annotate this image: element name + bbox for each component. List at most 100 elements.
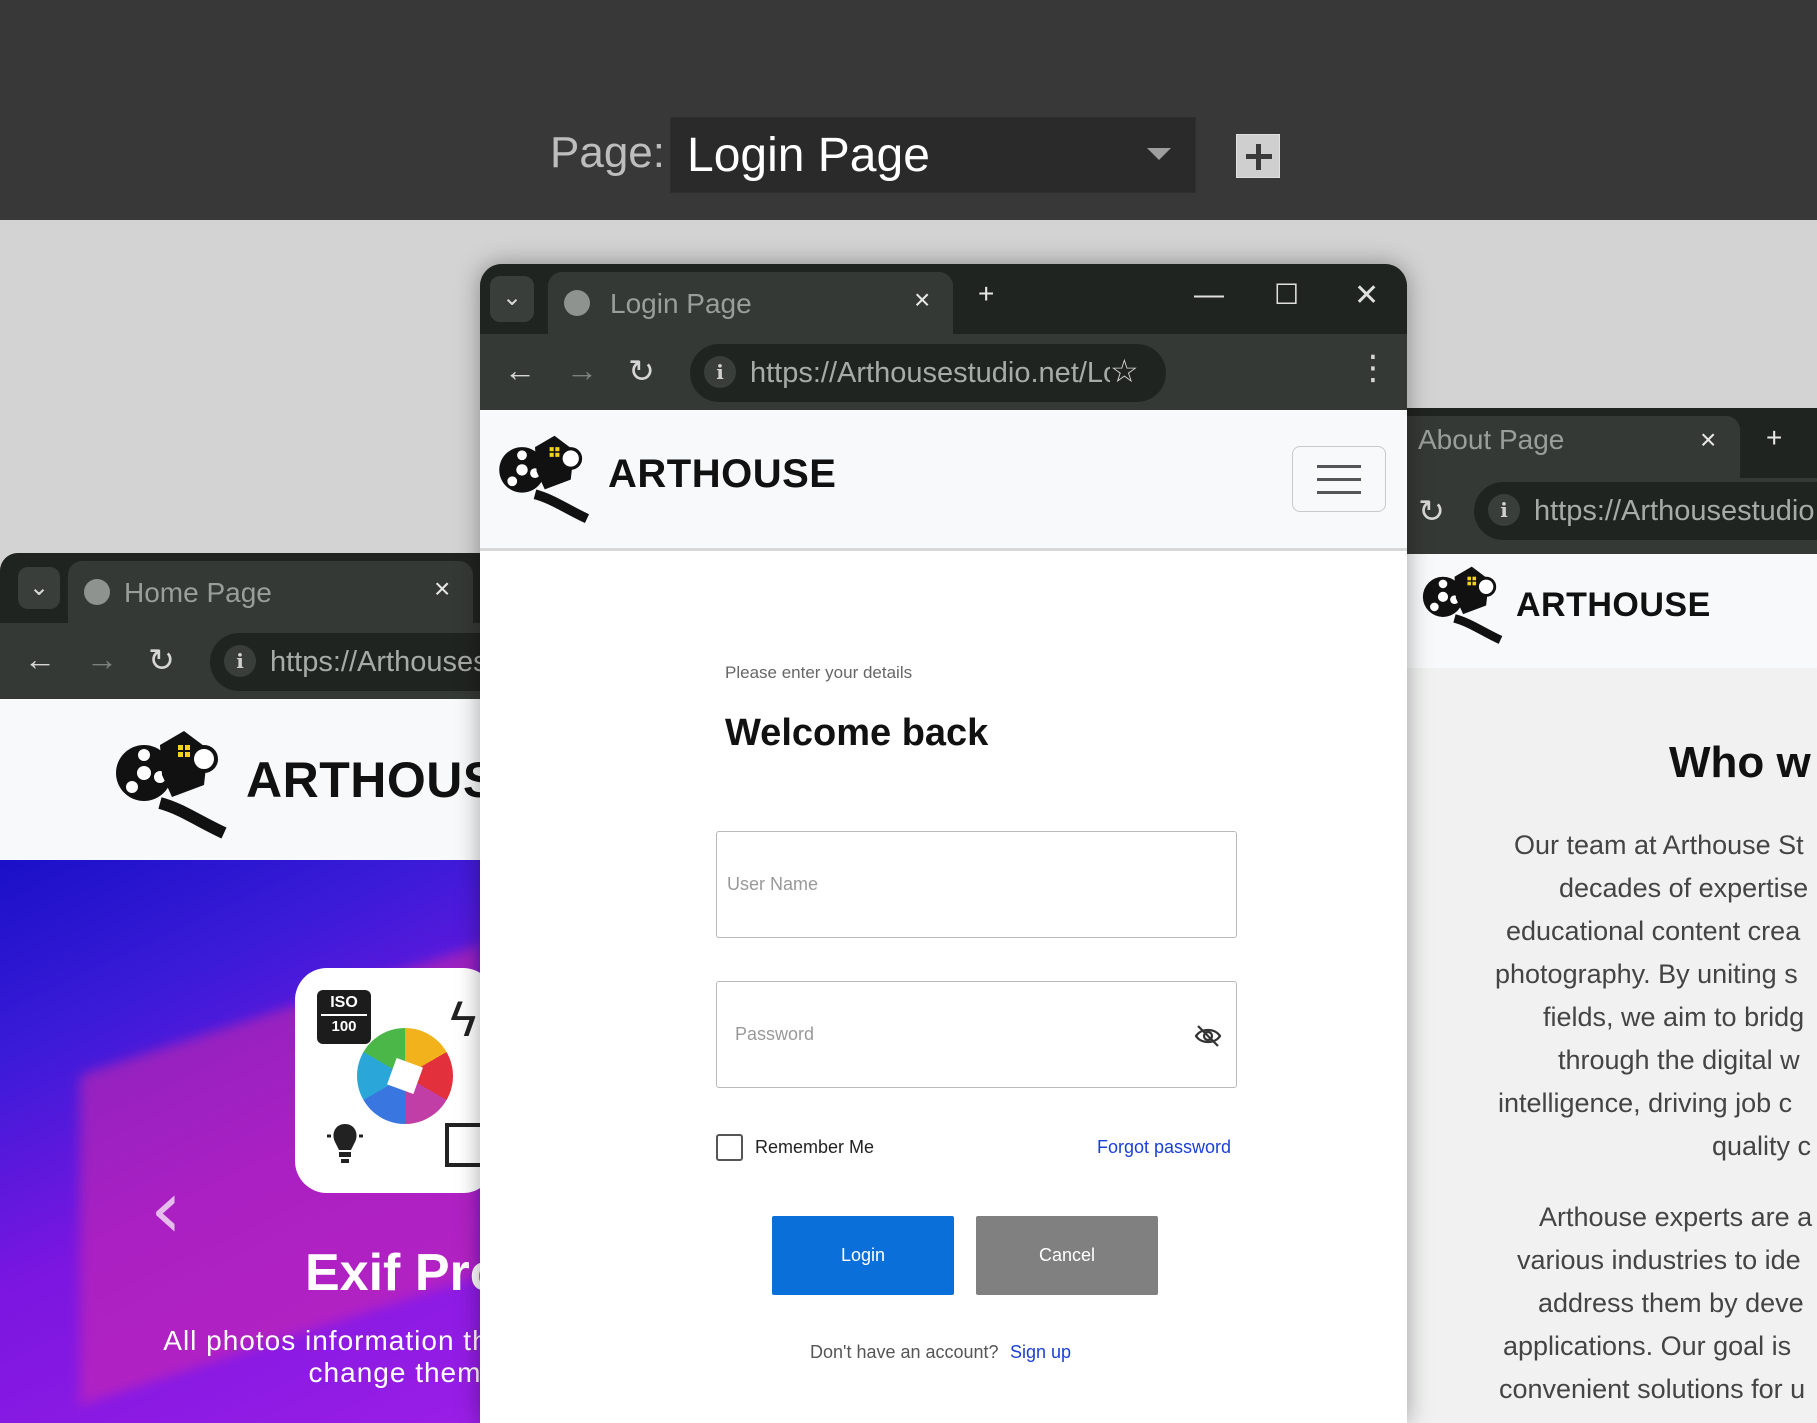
- iso-badge-icon: ISO 100: [317, 990, 371, 1044]
- signup-link[interactable]: Sign up: [1010, 1342, 1071, 1363]
- about-browser-window: About Page × + ↻ i https://Arthousestudi…: [1406, 408, 1817, 1423]
- reload-icon[interactable]: ↻: [148, 641, 175, 679]
- tab-title: Login Page: [610, 288, 752, 319]
- about-line: intelligence, driving job c: [1498, 1088, 1793, 1118]
- about-line: fields, we aim to bridg: [1543, 1002, 1805, 1032]
- carousel-prev-icon[interactable]: ‹: [150, 1163, 182, 1256]
- arthouse-logo-icon[interactable]: [496, 430, 600, 526]
- signup-hint: Don't have an account?: [810, 1342, 999, 1362]
- brand-name: ARTHOUSE: [608, 452, 837, 496]
- maximize-icon[interactable]: ☐: [1274, 278, 1299, 311]
- tab-search-chevron-icon[interactable]: ⌄: [490, 276, 534, 322]
- reload-icon[interactable]: ↻: [1418, 492, 1445, 530]
- login-site-header: ARTHOUSE: [480, 410, 1407, 548]
- page-selector-bar: Page: Login Page: [0, 0, 1817, 220]
- close-tab-icon[interactable]: ×: [434, 573, 450, 605]
- image-edit-icon: [445, 1123, 480, 1167]
- globe-icon: [84, 579, 110, 605]
- hero-title: Exif Pro: [305, 1244, 480, 1302]
- aperture-icon: [357, 1028, 453, 1124]
- bookmark-star-icon[interactable]: ☆: [1110, 352, 1139, 390]
- address-bar[interactable]: i https://Arthousestudio.net/: [210, 633, 480, 691]
- close-tab-icon[interactable]: ×: [914, 284, 930, 316]
- arthouse-logo-icon[interactable]: [1420, 562, 1512, 646]
- tab-title: Home Page: [124, 577, 272, 608]
- about-line: various industries to ide: [1517, 1245, 1801, 1275]
- iso-value: 100: [331, 1018, 357, 1035]
- about-line: quality c: [1712, 1131, 1812, 1161]
- username-input[interactable]: [717, 832, 1236, 937]
- add-page-button[interactable]: [1236, 134, 1280, 178]
- hero-subtitle: All photos information the ability to ch…: [163, 1325, 480, 1388]
- about-heading: Who w: [1669, 738, 1811, 787]
- app-icon-card: ISO 100 ϟ: [295, 968, 480, 1193]
- info-icon[interactable]: i: [224, 645, 256, 677]
- remember-me-label: Remember Me: [755, 1137, 875, 1157]
- about-tabstrip: About Page × +: [1406, 408, 1817, 478]
- arthouse-logo-icon[interactable]: [112, 725, 240, 841]
- brand-name: ARTHOUSE: [1516, 586, 1711, 624]
- login-browser-window: ⌄ Login Page × + — ☐ ✕ ← → ↻ i https://A…: [480, 264, 1407, 1423]
- about-line: educational content crea: [1506, 916, 1801, 946]
- url-text: https://Arthousestudio.n: [1534, 495, 1817, 527]
- about-browser-chrome: About Page × + ↻ i https://Arthousestudi…: [1406, 408, 1817, 554]
- new-tab-icon[interactable]: +: [1766, 422, 1782, 454]
- forgot-password-link[interactable]: Forgot password: [1097, 1137, 1231, 1158]
- home-site-header: ARTHOUSE: [0, 699, 480, 860]
- forward-arrow-icon[interactable]: →: [86, 641, 118, 678]
- close-window-icon[interactable]: ✕: [1354, 278, 1379, 313]
- hamburger-menu-button[interactable]: [1292, 446, 1386, 512]
- about-line: convenient solutions for u: [1499, 1374, 1806, 1404]
- about-site-header: ARTHOUSE: [1406, 554, 1817, 668]
- page-select-dropdown[interactable]: Login Page: [670, 117, 1196, 193]
- login-browser-chrome: ⌄ Login Page × + — ☐ ✕ ← → ↻ i https://A…: [480, 264, 1407, 410]
- chevron-down-icon: [1147, 148, 1171, 160]
- info-icon[interactable]: i: [704, 356, 736, 388]
- about-line: Our team at Arthouse St: [1514, 830, 1804, 860]
- reload-icon[interactable]: ↻: [628, 352, 655, 390]
- about-line: decades of expertise: [1559, 873, 1809, 903]
- info-icon[interactable]: i: [1488, 494, 1520, 526]
- about-toolbar: ↻ i https://Arthousestudio.n: [1406, 478, 1817, 554]
- address-bar[interactable]: i https://Arthousestudio.n: [1474, 482, 1817, 540]
- close-tab-icon[interactable]: ×: [1700, 424, 1716, 456]
- password-field[interactable]: [716, 981, 1237, 1088]
- globe-icon: [564, 290, 590, 316]
- about-line: applications. Our goal is: [1503, 1331, 1792, 1361]
- page-label: Page:: [550, 128, 665, 177]
- iso-label: ISO: [321, 994, 367, 1016]
- username-field[interactable]: [716, 831, 1237, 938]
- about-line: through the digital w: [1558, 1045, 1800, 1075]
- home-browser-window: ⌄ Home Page × ← → ↻ i https://Arthousest…: [0, 553, 480, 1423]
- menu-dots-icon[interactable]: ⋮: [1356, 348, 1390, 388]
- login-button[interactable]: Login: [772, 1216, 954, 1295]
- forward-arrow-icon[interactable]: →: [566, 352, 598, 389]
- tab-about-page[interactable]: About Page ×: [1406, 416, 1740, 478]
- about-line: photography. By uniting s: [1495, 959, 1798, 989]
- address-bar[interactable]: i https://Arthousestudio.net/Lo ☆: [690, 344, 1166, 402]
- plus-icon-stroke: [1256, 144, 1261, 170]
- light-bulb-icon: [327, 1124, 363, 1163]
- about-line: address them by deve: [1538, 1288, 1804, 1318]
- tab-title: About Page: [1418, 424, 1565, 455]
- minimize-icon[interactable]: —: [1194, 278, 1224, 312]
- brand-name: ARTHOUSE: [246, 752, 480, 808]
- login-tabstrip: ⌄ Login Page × + — ☐ ✕: [480, 264, 1407, 334]
- tab-login-page[interactable]: Login Page ×: [548, 272, 953, 334]
- back-arrow-icon[interactable]: ←: [504, 352, 536, 389]
- form-hint: Please enter your details: [725, 663, 913, 682]
- cancel-button[interactable]: Cancel: [976, 1216, 1158, 1295]
- about-line: Arthouse experts are a: [1539, 1202, 1813, 1232]
- tab-home-page[interactable]: Home Page ×: [68, 561, 473, 623]
- header-divider: [480, 548, 1407, 551]
- tab-search-chevron-icon[interactable]: ⌄: [18, 567, 60, 609]
- eye-off-icon[interactable]: [1194, 1022, 1222, 1050]
- home-toolbar: ← → ↻ i https://Arthousestudio.net/: [0, 623, 480, 699]
- new-tab-icon[interactable]: +: [978, 278, 994, 310]
- url-text: https://Arthousestudio.net/: [270, 646, 480, 678]
- back-arrow-icon[interactable]: ←: [24, 641, 56, 678]
- password-input[interactable]: [717, 982, 1236, 1087]
- hamburger-icon: [1317, 465, 1361, 468]
- home-tabstrip: ⌄ Home Page ×: [0, 553, 480, 623]
- remember-me-checkbox[interactable]: [716, 1134, 743, 1161]
